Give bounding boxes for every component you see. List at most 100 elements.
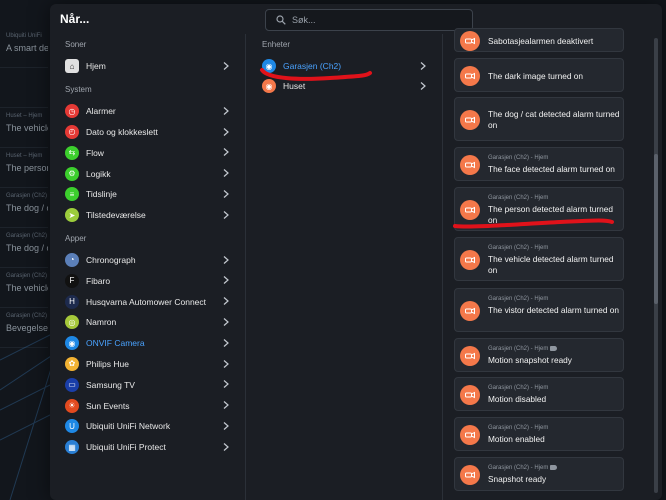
source-item-philips-hue[interactable]: ✿ Philips Hue (50, 354, 245, 375)
namron-icon: ◎ (65, 315, 79, 330)
trigger-card[interactable]: Garasjen (Ch2) - Hjem The vistor detected… (454, 288, 624, 332)
device-item-garasjen-ch2-[interactable]: ◉ Garasjen (Ch2) (247, 56, 442, 76)
background-item-meta: Garasjen (Ch2) (6, 193, 48, 199)
clock-icon: ◴ (65, 124, 79, 139)
source-item-ubiquiti-unifi-network[interactable]: U Ubiquiti UniFi Network (50, 416, 245, 437)
chevron-right-icon (223, 442, 229, 451)
trigger-card-meta-text: Garasjen (Ch2) - Hjem (488, 244, 549, 251)
source-item-logikk[interactable]: ⚙ Logikk (50, 163, 245, 184)
source-item-namron[interactable]: ◎ Namron (50, 312, 245, 333)
trigger-card-title: The face detected alarm turned on (488, 164, 615, 174)
unifi-protect-icon: ▦ (65, 440, 79, 455)
sources-column: Soner ⌂ Hjem System ◷ Alarmer ◴ Dato og klokkes… (50, 34, 246, 500)
source-item-label: Logikk (86, 168, 111, 179)
chevron-right-icon (420, 62, 426, 70)
trigger-card[interactable]: Garasjen (Ch2) - Hjem Motion snapshot rea… (454, 338, 624, 372)
source-item-onvif-camera[interactable]: ◉ ONVIF Camera (50, 333, 245, 354)
chevron-right-icon (223, 276, 229, 285)
alarm-icon: ◷ (65, 104, 79, 119)
camera-trigger-icon (460, 425, 480, 445)
flow-icon: ⇆ (65, 145, 79, 160)
source-item-sun-events[interactable]: ☀ Sun Events (50, 395, 245, 416)
background-item-meta: Garasjen (Ch2) (6, 313, 48, 319)
trigger-picker-modal: Når... Soner ⌂ Hjem System ◷ Alarmer ◴ Dato og … (50, 4, 662, 500)
source-item-label: Flow (86, 147, 104, 158)
section-label-devices: Enheter (262, 40, 291, 49)
trigger-card-meta-text: Garasjen (Ch2) - Hjem (488, 155, 549, 161)
source-item-label: Ubiquiti UniFi Network (86, 421, 171, 432)
trigger-card-meta: Garasjen (Ch2) - Hjem (488, 155, 622, 164)
camera-icon: ◉ (262, 79, 276, 93)
trigger-card-meta: Garasjen (Ch2) - Hjem (488, 385, 622, 394)
camera-trigger-icon (460, 66, 480, 86)
source-item-label: Fibaro (86, 275, 111, 286)
chevron-right-icon (223, 422, 229, 430)
search-input[interactable] (292, 12, 468, 28)
background-item-text: The vehicle (6, 123, 48, 133)
source-item-fibaro[interactable]: F Fibaro (50, 270, 245, 291)
samsung-icon: ▭ (65, 377, 79, 392)
section-label-apper: Apper (65, 233, 87, 243)
background-flow-item: Garasjen (Ch2) The dog / c (0, 188, 48, 228)
source-item-hjem[interactable]: ⌂ Hjem (50, 56, 245, 77)
trigger-card[interactable]: Garasjen (Ch2) - Hjem The face detected a… (454, 147, 624, 181)
source-item-alarmer[interactable]: ◷ Alarmer (50, 101, 245, 122)
chevron-right-icon (223, 401, 229, 410)
trigger-card-meta-text: Garasjen (Ch2) - Hjem (488, 465, 549, 472)
trigger-card[interactable]: Garasjen (Ch2) - Hjem Motion enabled (454, 417, 624, 451)
source-item-flow[interactable]: ⇆ Flow (50, 142, 245, 163)
source-item-tilstedev-relse[interactable]: ➤ Tilstedeværelse (50, 205, 245, 226)
background-flow-item: Huset – Hjem The vehicle (0, 108, 48, 148)
background-flow-item: Garasjen (Ch2) The vehicle (0, 268, 48, 308)
background-item-text: The dog / c (6, 203, 48, 213)
trigger-card-meta: Garasjen (Ch2) - Hjem (488, 296, 622, 305)
device-item-label: Garasjen (Ch2) (283, 61, 342, 71)
trigger-card-meta-text: Garasjen (Ch2) - Hjem (488, 194, 549, 201)
trigger-card-content: Garasjen (Ch2) - Hjem The vistor detected… (488, 296, 622, 316)
trigger-card[interactable]: The dark image turned on (454, 58, 624, 92)
scrollbar-thumb[interactable] (654, 154, 658, 304)
trigger-card-title: Motion enabled (488, 434, 545, 444)
camera-trigger-icon (460, 346, 480, 366)
section-label-soner: Soner (65, 40, 87, 49)
chevron-right-icon (223, 359, 229, 368)
chevron-right-icon (223, 127, 229, 136)
camera-trigger-icon (460, 250, 480, 270)
source-item-husqvarna-automower-connect[interactable]: H Husqvarna Automower Connect (50, 291, 245, 312)
trigger-card[interactable]: Sabotasjealarmen deaktivert (454, 28, 624, 52)
trigger-card-title: Motion disabled (488, 394, 547, 404)
device-list: ◉ Garasjen (Ch2) ◉ Huset (247, 56, 442, 96)
device-item-huset[interactable]: ◉ Huset (247, 76, 442, 96)
tag-icon (550, 465, 558, 470)
source-item-label: ONVIF Camera (86, 338, 145, 349)
trigger-card[interactable]: The dog / cat detected alarm turned on (454, 97, 624, 141)
triggers-column: Sabotasjealarmen deaktivert The dark imag… (444, 28, 662, 500)
source-item-dato-og-klokkeslett[interactable]: ◴ Dato og klokkeslett (50, 122, 245, 143)
background-item-meta: Garasjen (Ch2) (6, 273, 48, 279)
device-item-label: Huset (283, 81, 306, 91)
chevron-right-icon (223, 297, 229, 306)
trigger-card-content: The dog / cat detected alarm turned on (488, 109, 622, 131)
source-item-label: Tidslinje (86, 189, 117, 200)
trigger-card-content: Garasjen (Ch2) - Hjem Motion disabled (488, 385, 622, 405)
camera-trigger-icon (460, 31, 480, 51)
chevron-right-icon (223, 190, 229, 198)
trigger-card-title: Motion snapshot ready (488, 355, 572, 365)
source-item-chronograph[interactable]: ◔ Chronograph (50, 250, 245, 271)
trigger-card-meta: Garasjen (Ch2) - Hjem (488, 245, 622, 254)
source-item-label: Samsung TV (86, 379, 135, 390)
hue-icon: ✿ (65, 356, 79, 371)
source-item-ubiquiti-unifi-protect[interactable]: ▦ Ubiquiti UniFi Protect (50, 437, 245, 458)
source-item-tidslinje[interactable]: ≡ Tidslinje (50, 184, 245, 205)
camera-trigger-icon (460, 301, 480, 321)
source-item-samsung-tv[interactable]: ▭ Samsung TV (50, 374, 245, 395)
presence-icon: ➤ (65, 208, 79, 223)
devices-column: Enheter ◉ Garasjen (Ch2) ◉ Huset (247, 34, 443, 500)
trigger-card[interactable]: Garasjen (Ch2) - Hjem The vehicle detecte… (454, 237, 624, 281)
background-item-text: The vehicle (6, 283, 48, 293)
home-icon: ⌂ (65, 59, 79, 74)
trigger-card[interactable]: Garasjen (Ch2) - Hjem Snapshot ready (454, 457, 624, 491)
trigger-card[interactable]: Garasjen (Ch2) - Hjem The person detected… (454, 187, 624, 231)
search-box[interactable] (265, 9, 473, 31)
trigger-card[interactable]: Garasjen (Ch2) - Hjem Motion disabled (454, 377, 624, 411)
